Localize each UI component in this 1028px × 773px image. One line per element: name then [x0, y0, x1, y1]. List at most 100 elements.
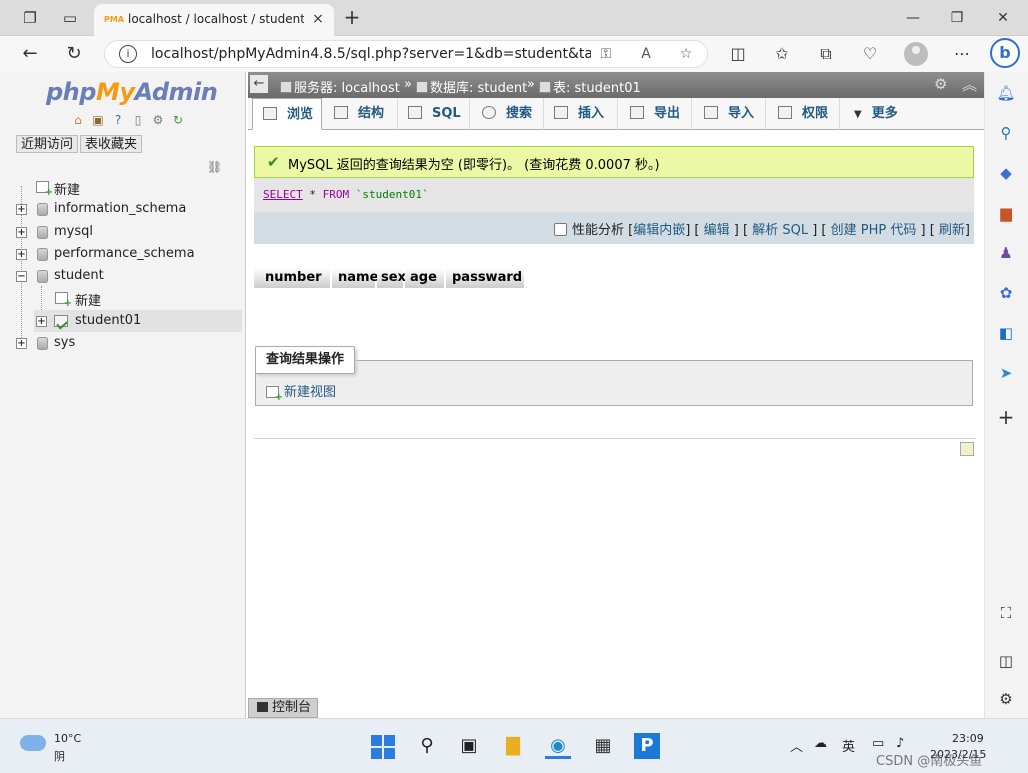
task-view-icon[interactable]: ▣	[456, 733, 482, 759]
browser-essentials-icon[interactable]: ♡	[858, 42, 882, 66]
profiling-label[interactable]: 性能分析	[572, 223, 624, 238]
settings-icon[interactable]: ⚙	[150, 112, 166, 128]
create-php-code-link[interactable]: 创建 PHP 代码	[831, 223, 917, 238]
tab-insert[interactable]: 插入	[544, 98, 618, 130]
console-toggle[interactable]: 控制台	[248, 698, 318, 718]
collapse-top-menu-icon[interactable]: ︽	[962, 74, 977, 95]
tab-close-icon[interactable]: ×	[310, 11, 326, 27]
notification-bell-icon[interactable]: 🔔︎	[995, 82, 1017, 104]
tab-export[interactable]: 导出	[618, 98, 692, 130]
office-icon[interactable]: ✿	[995, 282, 1017, 304]
tab-import[interactable]: 导入	[692, 98, 766, 130]
address-bar[interactable]: i localhost/phpMyAdmin4.8.5/sql.php?serv…	[104, 40, 708, 68]
favorites-icon[interactable]: ✩	[770, 42, 794, 66]
pma-logo[interactable]: phpMyAdmin	[46, 78, 218, 106]
tree-item-student[interactable]: − student	[0, 265, 246, 287]
recent-tab[interactable]: 近期访问	[16, 135, 79, 153]
refresh-link[interactable]: 刷新	[939, 223, 965, 238]
tree-item-mysql[interactable]: + mysql	[0, 221, 246, 243]
new-tab-button[interactable]: +	[342, 7, 362, 27]
file-explorer-icon[interactable]: ▇	[500, 733, 526, 759]
bookmark-note-icon[interactable]	[960, 442, 974, 456]
tools-briefcase-icon[interactable]: ▆	[995, 202, 1017, 224]
tab-search[interactable]: 搜索	[470, 98, 544, 130]
profiling-checkbox[interactable]	[553, 223, 567, 236]
store-icon[interactable]: ▦	[590, 733, 616, 759]
profile-avatar[interactable]	[904, 42, 928, 66]
tab-sql[interactable]: SQL	[398, 98, 470, 130]
weather-temperature[interactable]: 10°C	[54, 732, 81, 745]
expand-plus-icon[interactable]: +	[36, 316, 47, 327]
tree-item-sys[interactable]: + sys	[0, 332, 246, 354]
minimize-icon[interactable]: —	[902, 8, 924, 28]
site-info-icon[interactable]: i	[119, 45, 137, 63]
url-text[interactable]: localhost/phpMyAdmin4.8.5/sql.php?server…	[151, 46, 591, 62]
network-icon[interactable]: ▭	[872, 736, 884, 751]
key-icon[interactable]: ⚿	[597, 45, 615, 63]
home-icon[interactable]: ⌂	[70, 112, 86, 128]
logout-icon[interactable]: ▣	[90, 112, 106, 128]
refresh-icon[interactable]: ↻	[62, 42, 86, 66]
read-aloud-icon[interactable]: A	[637, 45, 655, 63]
tray-expand-icon[interactable]: ︿	[790, 736, 803, 755]
send-icon[interactable]: ➤	[995, 362, 1017, 384]
input-method-indicator[interactable]: 英	[842, 736, 855, 755]
explain-sql-link[interactable]: 解析 SQL	[752, 223, 808, 238]
create-view-link[interactable]: 新建视图	[266, 381, 336, 403]
screenshot-icon[interactable]: ⛶	[995, 602, 1017, 624]
volume-icon[interactable]: ♪	[896, 736, 904, 751]
tree-item-performance-schema[interactable]: + performance_schema	[0, 243, 246, 265]
reload-nav-icon[interactable]: ↻	[170, 112, 186, 128]
add-icon[interactable]: +	[995, 406, 1017, 428]
column-header-age[interactable]: age	[405, 268, 446, 288]
tree-item-student01[interactable]: + student01	[34, 310, 242, 332]
favorites-tab[interactable]: 表收藏夹	[80, 135, 143, 153]
collapse-nav-icon[interactable]: ←	[250, 75, 268, 93]
shopping-tag-icon[interactable]: ◆	[995, 162, 1017, 184]
back-arrow-icon[interactable]: ←	[18, 42, 42, 66]
settings-gear-icon[interactable]: ⚙	[995, 688, 1017, 710]
search-icon[interactable]: ⚲	[995, 122, 1017, 144]
split-screen-icon[interactable]: ◫	[726, 42, 750, 66]
cloud-icon[interactable]	[20, 735, 46, 751]
search-icon[interactable]: ⚲	[414, 733, 440, 759]
maximize-icon[interactable]: ❐	[946, 8, 968, 28]
documentation-icon[interactable]: ▯	[130, 112, 146, 128]
games-icon[interactable]: ♟	[995, 242, 1017, 264]
browser-tab-active[interactable]: PMA localhost / localhost / student / s …	[94, 4, 334, 36]
breadcrumb-database[interactable]: 数据库: student	[416, 77, 527, 96]
tree-item-new-table[interactable]: 新建	[0, 287, 246, 309]
sql-keyword-select[interactable]: SELECT	[263, 188, 303, 201]
expand-plus-icon[interactable]: +	[16, 338, 27, 349]
copilot-icon[interactable]: b	[990, 38, 1020, 68]
sidebar-toggle-icon[interactable]: ◫	[995, 650, 1017, 672]
column-header-number[interactable]: number	[254, 268, 332, 288]
column-header-sex[interactable]: sex	[377, 268, 406, 288]
p-app-icon[interactable]: P	[634, 733, 660, 759]
edge-browser-icon[interactable]: ◉	[545, 733, 571, 759]
collections-icon[interactable]: ⧉	[814, 42, 838, 66]
tab-actions-icon[interactable]: ▭	[60, 8, 80, 28]
tab-more[interactable]: ▼ 更多	[840, 98, 910, 130]
collapse-minus-icon[interactable]: −	[16, 271, 27, 282]
tab-browse[interactable]: 浏览	[252, 98, 322, 130]
inline-edit-link[interactable]: 编辑内嵌	[633, 223, 685, 238]
column-header-name[interactable]: name	[332, 268, 378, 288]
expand-plus-icon[interactable]: +	[16, 249, 27, 260]
clock-time[interactable]: 23:09	[952, 732, 984, 745]
edit-link[interactable]: 编辑	[704, 223, 730, 238]
favorite-star-icon[interactable]: ☆	[677, 45, 695, 63]
outlook-icon[interactable]: ◧	[995, 322, 1017, 344]
tree-item-information-schema[interactable]: + information_schema	[0, 198, 246, 220]
tab-structure[interactable]: 结构	[324, 98, 398, 130]
close-window-icon[interactable]: ✕	[992, 8, 1014, 28]
workspaces-icon[interactable]: ❐	[20, 8, 40, 28]
link-chain-icon[interactable]: ⛓	[207, 160, 222, 174]
breadcrumb-table[interactable]: 表: student01	[539, 77, 641, 96]
expand-plus-icon[interactable]: +	[16, 204, 27, 215]
sql-query[interactable]: SELECT * FROM `student01`	[263, 188, 429, 201]
windows-start-icon[interactable]	[371, 735, 395, 759]
column-header-passward[interactable]: passward	[446, 268, 526, 288]
help-icon[interactable]: ?	[110, 112, 126, 128]
expand-plus-icon[interactable]: +	[16, 227, 27, 238]
